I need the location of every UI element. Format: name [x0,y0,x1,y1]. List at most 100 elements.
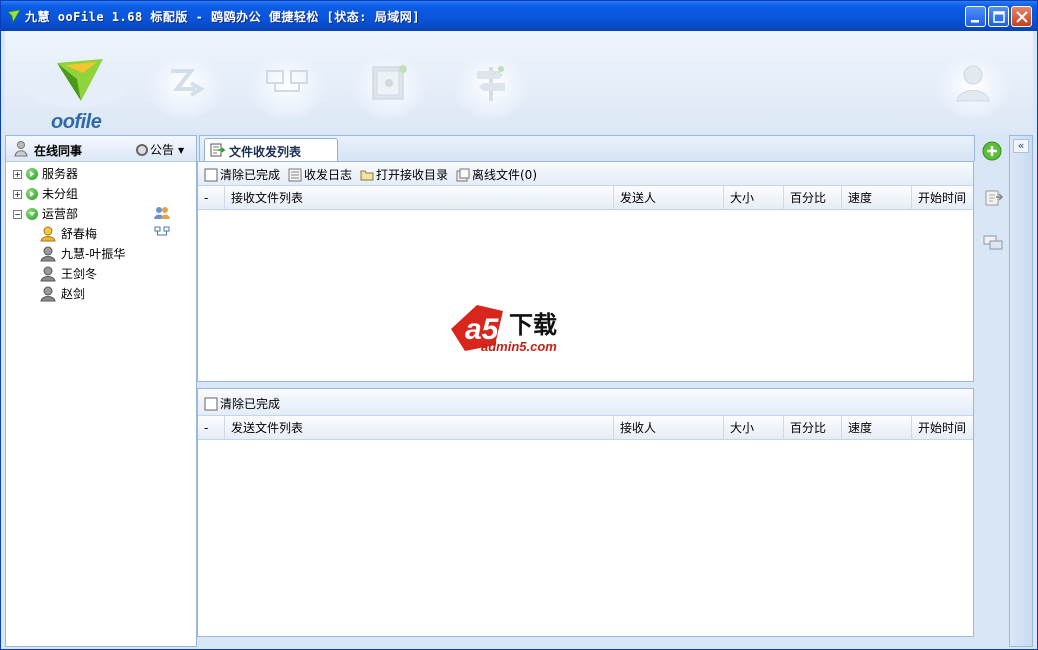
open-receive-dir-label: 打开接收目录 [376,168,449,182]
send-pane: 清除已完成 - 发送文件列表 接收人 大小 百分比 速度 开始时间 [197,388,974,637]
col-speed[interactable]: 速度 [842,416,912,440]
maximize-button[interactable] [988,6,1009,27]
send-toolbar: 清除已完成 [198,389,973,416]
close-icon [1016,11,1028,23]
tab-label: 文件收发列表 [229,145,302,159]
col-marker[interactable]: - [198,416,225,440]
minimize-button[interactable] [965,6,986,27]
collapse-button[interactable]: « [1013,139,1029,153]
tree-group-server[interactable]: + 服务器 [6,164,196,184]
log-icon [288,168,302,182]
user-online-icon [40,226,56,242]
offline-files-label: 离线文件(0) [472,168,537,182]
tree-label: 运营部 [42,207,79,221]
tab-strip: 文件收发列表 [199,135,975,162]
checkbox-icon [204,168,218,182]
app-window: 九慧 ooFile 1.68 标配版 - 鸥鸥办公 便捷轻松 [状态: 局域网]… [0,0,1038,650]
col-start-time[interactable]: 开始时间 [912,186,973,210]
col-receive-file-list[interactable]: 接收文件列表 [225,186,614,210]
colleague-panel: 在线同事 公告 ▼ + 服务器 + 未分组 − 运营部 舒春梅 九慧-叶振华 王… [5,135,197,647]
toolbar-profile-button[interactable] [935,49,1011,119]
clear-completed-button[interactable]: 清除已完成 [204,166,280,183]
group-arrow-down-icon [26,208,38,220]
message-swap-icon[interactable] [982,231,1004,253]
col-sender[interactable]: 发送人 [614,186,724,210]
open-receive-dir-button[interactable]: 打开接收目录 [360,166,448,183]
toolbar-transfer-button[interactable] [147,49,223,119]
colleague-panel-header: 在线同事 公告 ▼ [6,136,196,162]
col-start-time[interactable]: 开始时间 [912,416,973,440]
col-size[interactable]: 大小 [724,186,784,210]
logo-text: oofile [51,111,102,133]
app-icon [7,9,21,23]
toolbar-safe-button[interactable] [351,49,427,119]
collapse-sidebar: « [1009,135,1033,647]
watermark-site: admin5.com [481,339,557,354]
network-computers-icon [266,70,308,92]
lan-connection-icon [154,226,170,236]
col-marker[interactable]: - [198,186,225,210]
tree-user-yezhenhua[interactable]: 九慧-叶振华 [6,244,196,264]
watermark: a5 下载 admin5.com [447,301,597,357]
close-button[interactable] [1011,6,1032,27]
add-icon[interactable] [982,141,1002,161]
col-size[interactable]: 大小 [724,416,784,440]
user-profile-icon [956,65,990,102]
collapse-icon[interactable]: − [13,210,22,219]
expand-icon[interactable]: + [13,190,22,199]
col-receiver[interactable]: 接收人 [614,416,724,440]
file-share-icon[interactable] [982,187,1004,209]
tree-label: 九慧-叶振华 [61,247,126,261]
signpost-icon [477,66,505,101]
title-bar[interactable]: 九慧 ooFile 1.68 标配版 - 鸥鸥办公 便捷轻松 [状态: 局域网] [1,1,1037,31]
user-offline-icon [40,286,56,302]
tree-label: 赵剑 [61,287,86,301]
clear-completed-label: 清除已完成 [220,168,281,182]
send-grid-header: - 发送文件列表 接收人 大小 百分比 速度 开始时间 [198,416,973,440]
col-percent[interactable]: 百分比 [784,416,842,440]
col-send-file-list[interactable]: 发送文件列表 [225,416,614,440]
window-title: 九慧 ooFile 1.68 标配版 - 鸥鸥办公 便捷轻松 [状态: 局域网] [25,10,420,24]
group-members-icon[interactable] [154,206,170,220]
colleague-panel-title: 在线同事 [34,144,83,158]
tree-group-operations[interactable]: − 运营部 [6,204,196,224]
user-offline-icon [40,246,56,262]
clear-completed-send-label: 清除已完成 [220,397,281,411]
tree-label: 王剑冬 [61,267,98,281]
group-arrow-icon [26,188,38,200]
checkbox-icon [204,397,218,411]
tree-user-wangjiandong[interactable]: 王剑冬 [6,264,196,284]
tab-file-transfer-list[interactable]: 文件收发列表 [204,138,338,162]
app-logo: oofile [17,49,127,133]
toolbar-signpost-button[interactable] [453,49,529,119]
tree-user-zhaojian[interactable]: 赵剑 [6,284,196,304]
notice-label: 公告 [150,143,175,157]
zap-transfer-icon [171,69,205,97]
tree-label: 舒春梅 [61,227,98,241]
notice-icon [136,144,148,156]
offline-files-button[interactable]: 离线文件(0) [456,166,537,183]
person-icon [14,141,28,157]
expand-icon[interactable]: + [13,170,22,179]
user-offline-icon [40,266,56,282]
colleague-tree: + 服务器 + 未分组 − 运营部 舒春梅 九慧-叶振华 王剑冬 赵剑 [6,162,196,304]
folder-icon [360,170,374,181]
tree-group-ungrouped[interactable]: + 未分组 [6,184,196,204]
col-percent[interactable]: 百分比 [784,186,842,210]
offline-file-icon [456,168,470,182]
file-transfer-icon [210,143,226,157]
notice-dropdown[interactable]: 公告 ▼ [136,141,184,158]
toolbar-network-button[interactable] [249,49,325,119]
transfer-log-button[interactable]: 收发日志 [288,166,352,183]
clear-completed-send-button[interactable]: 清除已完成 [204,395,280,412]
transfer-log-label: 收发日志 [304,168,353,182]
logo-icon [27,59,127,107]
col-speed[interactable]: 速度 [842,186,912,210]
right-action-strip [977,135,1007,647]
minimize-icon [971,20,979,23]
maximize-icon [993,11,1005,23]
group-arrow-icon [26,168,38,180]
tree-label: 服务器 [42,167,79,181]
tree-user-shuchunmei[interactable]: 舒春梅 [6,224,196,244]
safe-icon [372,65,407,100]
